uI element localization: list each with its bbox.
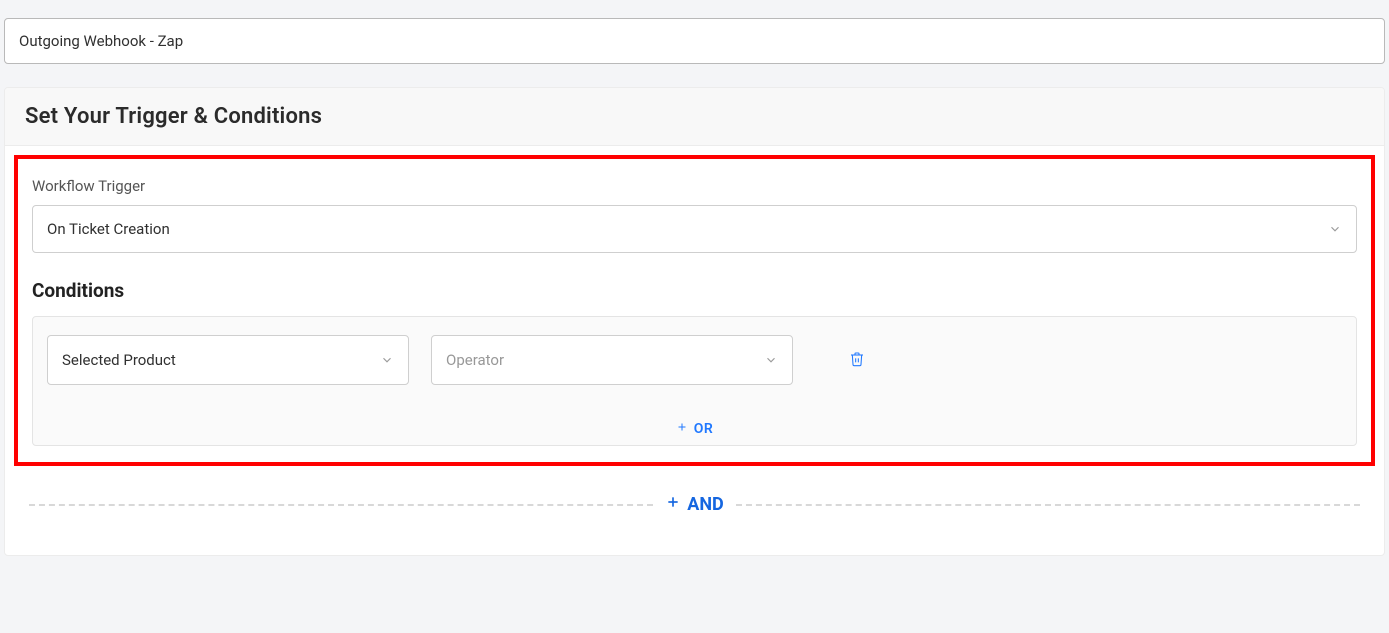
condition-group: Selected Product Operator: [32, 316, 1357, 446]
condition-operator-select[interactable]: Operator: [431, 335, 793, 385]
chevron-down-icon: [1328, 222, 1342, 236]
workflow-trigger-label: Workflow Trigger: [32, 177, 1357, 195]
panel-heading: Set Your Trigger & Conditions: [25, 104, 1364, 129]
workflow-name-input[interactable]: [4, 18, 1385, 64]
trigger-conditions-panel: Set Your Trigger & Conditions Workflow T…: [4, 87, 1385, 556]
add-or-button[interactable]: OR: [47, 421, 1342, 437]
plus-icon: [665, 494, 681, 515]
delete-condition-button[interactable]: [845, 346, 869, 375]
highlighted-area: Workflow Trigger On Ticket Creation Cond…: [14, 155, 1375, 466]
or-label: OR: [694, 421, 714, 437]
panel-header: Set Your Trigger & Conditions: [5, 88, 1384, 146]
condition-field-value: Selected Product: [62, 351, 176, 369]
add-and-button[interactable]: AND: [29, 494, 1360, 515]
condition-row: Selected Product Operator: [47, 335, 1342, 385]
and-label: AND: [687, 494, 724, 515]
plus-icon: [676, 421, 688, 437]
trash-icon: [849, 350, 865, 371]
workflow-trigger-select[interactable]: On Ticket Creation: [32, 205, 1357, 253]
dashed-divider-right: [736, 504, 1360, 506]
chevron-down-icon: [380, 353, 394, 367]
chevron-down-icon: [764, 353, 778, 367]
condition-operator-placeholder: Operator: [446, 351, 504, 369]
conditions-heading: Conditions: [32, 279, 1357, 302]
dashed-divider-left: [29, 504, 653, 506]
condition-field-select[interactable]: Selected Product: [47, 335, 409, 385]
workflow-trigger-value: On Ticket Creation: [47, 220, 170, 238]
